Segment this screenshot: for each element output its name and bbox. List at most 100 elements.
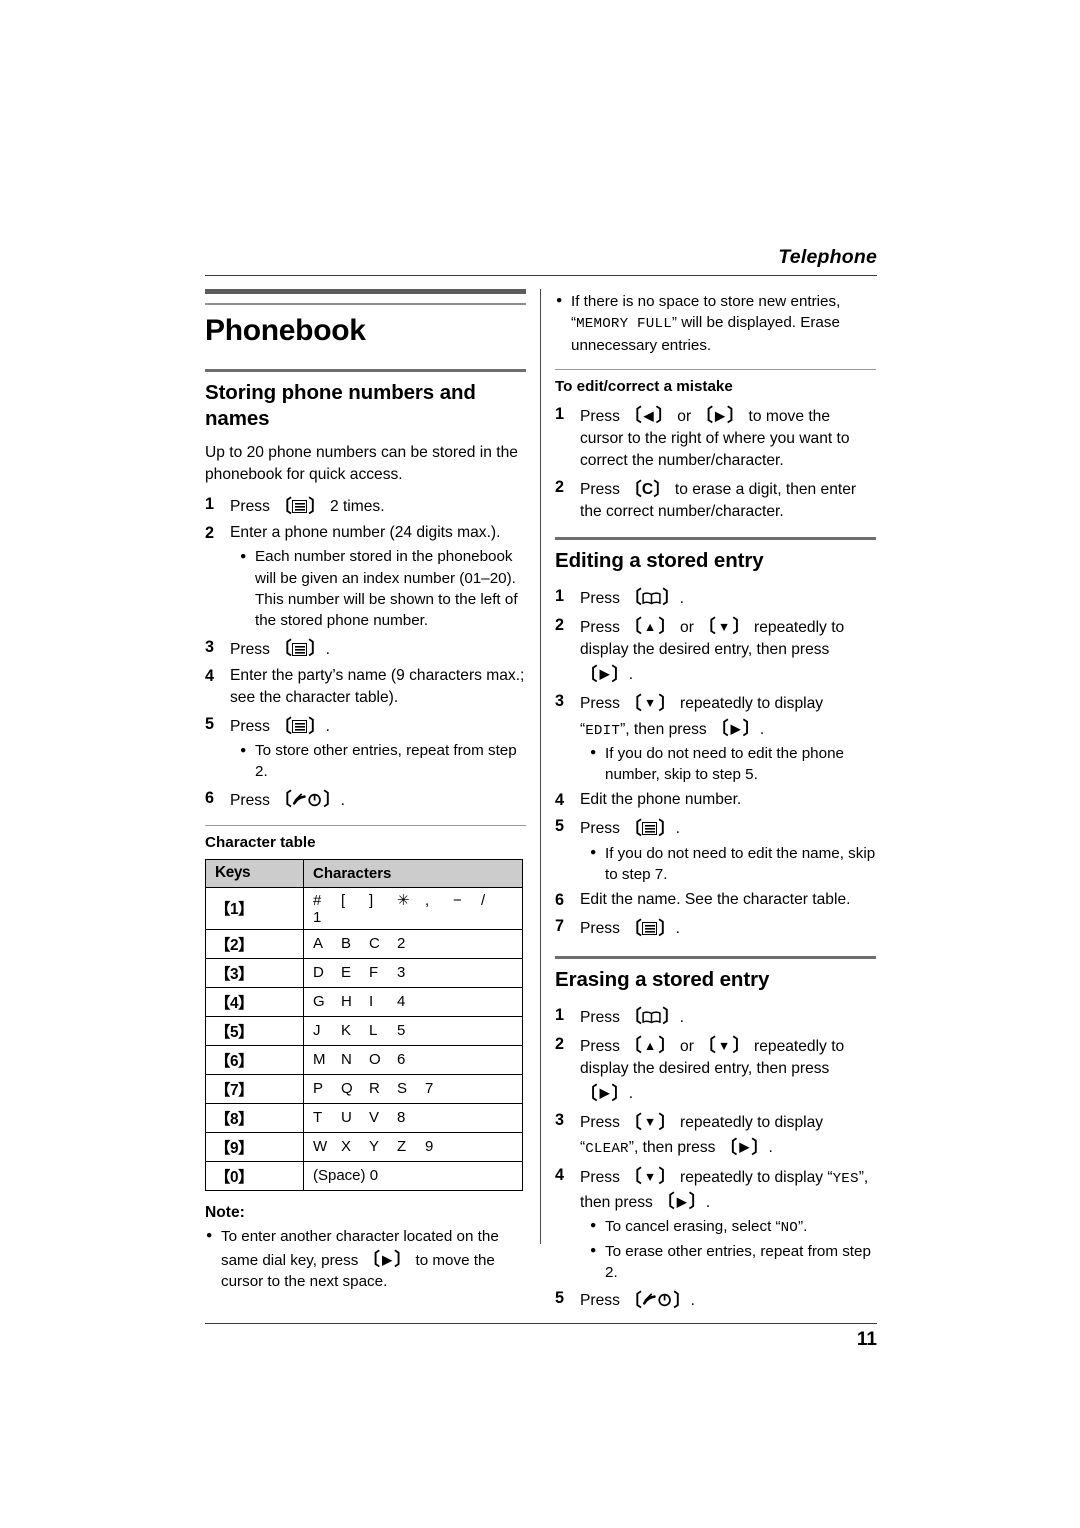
section-title-storing: Storing phone numbers and names	[205, 381, 476, 430]
table-row: 【3】 DEF3	[205, 957, 523, 988]
memory-full-bullets: If there is no space to store new entrie…	[555, 290, 876, 356]
edit-mistake-steps: 1 Press 〔 ◀ 〕 or 〔 ▶ 〕 to move the cursor to…	[555, 403, 876, 524]
menu-key-notation: 〔〕	[274, 495, 326, 516]
table-row: 【5】 JKL5	[205, 1015, 523, 1046]
bullet-skip-step7: If you do not need to edit the name, ski…	[589, 842, 876, 886]
step-number: 1	[555, 586, 565, 605]
down-arrow-key-notation: 〔 ▼ 〕	[624, 1111, 676, 1132]
subsection-rule-edit-mistake	[555, 368, 876, 370]
right-arrow-key-notation: 〔 ▶ 〕	[695, 405, 745, 426]
page-number: 11	[856, 1329, 877, 1351]
menu-key-notation: 〔〕	[624, 917, 676, 938]
note-heading: Note:	[205, 1203, 245, 1221]
power-key-notation: 〔〕	[624, 1289, 691, 1310]
step-number: 1	[555, 404, 565, 423]
up-arrow-key-notation: 〔 ▲ 〕	[624, 1035, 676, 1056]
chapter-rule	[205, 288, 526, 305]
right-arrow-icon: ▶	[599, 1086, 610, 1101]
table-row: 【4】 GHI4	[205, 986, 523, 1017]
step-text-tail: .	[768, 1139, 773, 1157]
step-6: 6 Edit the name. See the character table…	[555, 889, 876, 911]
up-arrow-icon: ▲	[643, 1038, 656, 1053]
column-header-keys: Keys	[205, 858, 304, 888]
bullet-cancel-erasing: To cancel erasing, select “NO”.	[589, 1215, 876, 1239]
bullet-skip-step5: If you do not need to edit the phone num…	[589, 742, 876, 786]
lcd-text-edit: EDIT	[585, 722, 621, 739]
step-text-post: ”, then press	[620, 720, 712, 738]
step-text-pre: Press	[580, 920, 625, 938]
menu-key-notation: 〔〕	[274, 638, 326, 659]
step-5-bullets: To store other entries, repeat from step…	[239, 740, 526, 783]
space-zero-label: (Space) 0	[313, 1167, 379, 1185]
column-gutter	[526, 288, 555, 1317]
down-arrow-icon: ▼	[643, 1115, 656, 1130]
down-arrow-key-notation: 〔 ▼ 〕	[624, 1166, 676, 1187]
step-text-pre: Press	[230, 498, 275, 516]
right-arrow-icon: ▶	[739, 1140, 750, 1155]
phonebook-icon	[642, 592, 662, 605]
step-5: 5 Press 〔〕. If you do not need to edit t…	[555, 815, 876, 885]
step-1: 1 Press 〔〕 2 times.	[205, 493, 526, 518]
step-number: 1	[555, 1005, 565, 1024]
cell-key: 【3】	[205, 957, 304, 988]
cell-characters: ABC2	[303, 928, 523, 959]
down-arrow-key-notation: 〔 ▼ 〕	[624, 692, 676, 713]
cell-key: 【6】	[205, 1044, 304, 1075]
menu-icon	[292, 720, 308, 734]
step-3: 3 Press 〔 ▼ 〕 repeatedly to display “EDIT”…	[555, 690, 876, 785]
phonebook-key-notation: 〔〕	[624, 587, 680, 608]
step-text-post: ”, then press	[628, 1139, 720, 1157]
step-number: 4	[555, 1165, 565, 1184]
step-2: 2 Press 〔C〕 to erase a digit, then enter…	[555, 476, 876, 523]
cell-characters: WXYZ9	[303, 1131, 523, 1162]
cancel-post: ”.	[798, 1217, 808, 1235]
step-number: 1	[205, 495, 215, 514]
up-arrow-icon: ▲	[643, 619, 656, 634]
down-arrow-icon: ▼	[717, 1038, 730, 1053]
subsection-title-edit-mistake: To edit/correct a mistake	[555, 377, 733, 395]
section-rule-erasing	[555, 956, 876, 960]
step-text: Enter the party’s name (9 characters max…	[230, 666, 525, 706]
step-text-pre: Press	[230, 718, 275, 736]
step-6: 6 Press 〔〕.	[205, 787, 526, 812]
table-row: 【0】 (Space) 0	[205, 1160, 523, 1191]
step-text-pre: Press	[230, 791, 275, 809]
cell-key: 【7】	[205, 1073, 304, 1104]
erasing-steps: 1 Press 〔〕. 2 Press 〔 ▲ 〕 or 〔 ▼ 〕 repeatedl…	[555, 1004, 876, 1313]
step-3: 3 Press 〔〕.	[205, 636, 526, 661]
down-arrow-icon: ▼	[643, 1169, 656, 1184]
lcd-text-yes: YES	[832, 1170, 859, 1187]
step-text-post: .	[690, 1292, 695, 1310]
character-table-body: 【1】 #[] ✳, −/1 【2】 ABC2 【3】 DEF3 【4】 GHI4	[205, 886, 523, 1191]
step-text-pre: Press	[580, 589, 625, 607]
lcd-text-memory-full: MEMORY FULL	[576, 315, 672, 332]
cell-key: 【1】	[205, 886, 304, 930]
table-row: 【6】 MNO6	[205, 1044, 523, 1075]
storing-intro: Up to 20 phone numbers can be stored in …	[205, 443, 518, 484]
note-bullet-next-space: To enter another character located on th…	[205, 1225, 526, 1293]
step-text-mid: repeatedly to display “	[675, 1168, 833, 1186]
cancel-pre: To cancel erasing, select “	[605, 1217, 781, 1235]
cell-key: 【4】	[205, 986, 304, 1017]
step-text-post: .	[675, 820, 680, 838]
bullet-index-number: Each number stored in the phonebook will…	[239, 546, 526, 631]
phonebook-key-notation: 〔〕	[624, 1006, 680, 1027]
step-text-pre: Press	[580, 695, 625, 713]
step-text-mid: or	[675, 618, 699, 636]
step-4: 4 Enter the party’s name (9 characters m…	[205, 665, 526, 709]
table-row: 【1】 #[] ✳, −/1	[205, 886, 523, 930]
c-key-label: C	[641, 481, 653, 499]
step-text-pre: Press	[580, 1292, 625, 1310]
char-table-caption: Character table	[205, 833, 316, 851]
step-7: 7 Press 〔〕.	[555, 915, 876, 940]
step-text-post: .	[340, 791, 345, 809]
cell-characters: #[] ✳, −/1	[303, 886, 523, 930]
right-arrow-key-notation: 〔 ▶ 〕	[580, 1082, 629, 1103]
section-rule-storing	[205, 369, 526, 373]
menu-icon	[642, 922, 658, 936]
manual-page: Telephone Phonebook Storing phone number…	[205, 247, 877, 1349]
editing-steps: 1 Press 〔〕. 2 Press 〔 ▲ 〕 or 〔 ▼ 〕 repeatedl…	[555, 585, 876, 941]
step-number: 5	[205, 715, 215, 734]
step-4-bullets: To cancel erasing, select “NO”. To erase…	[589, 1215, 876, 1283]
down-arrow-key-notation: 〔 ▼ 〕	[698, 1035, 750, 1056]
